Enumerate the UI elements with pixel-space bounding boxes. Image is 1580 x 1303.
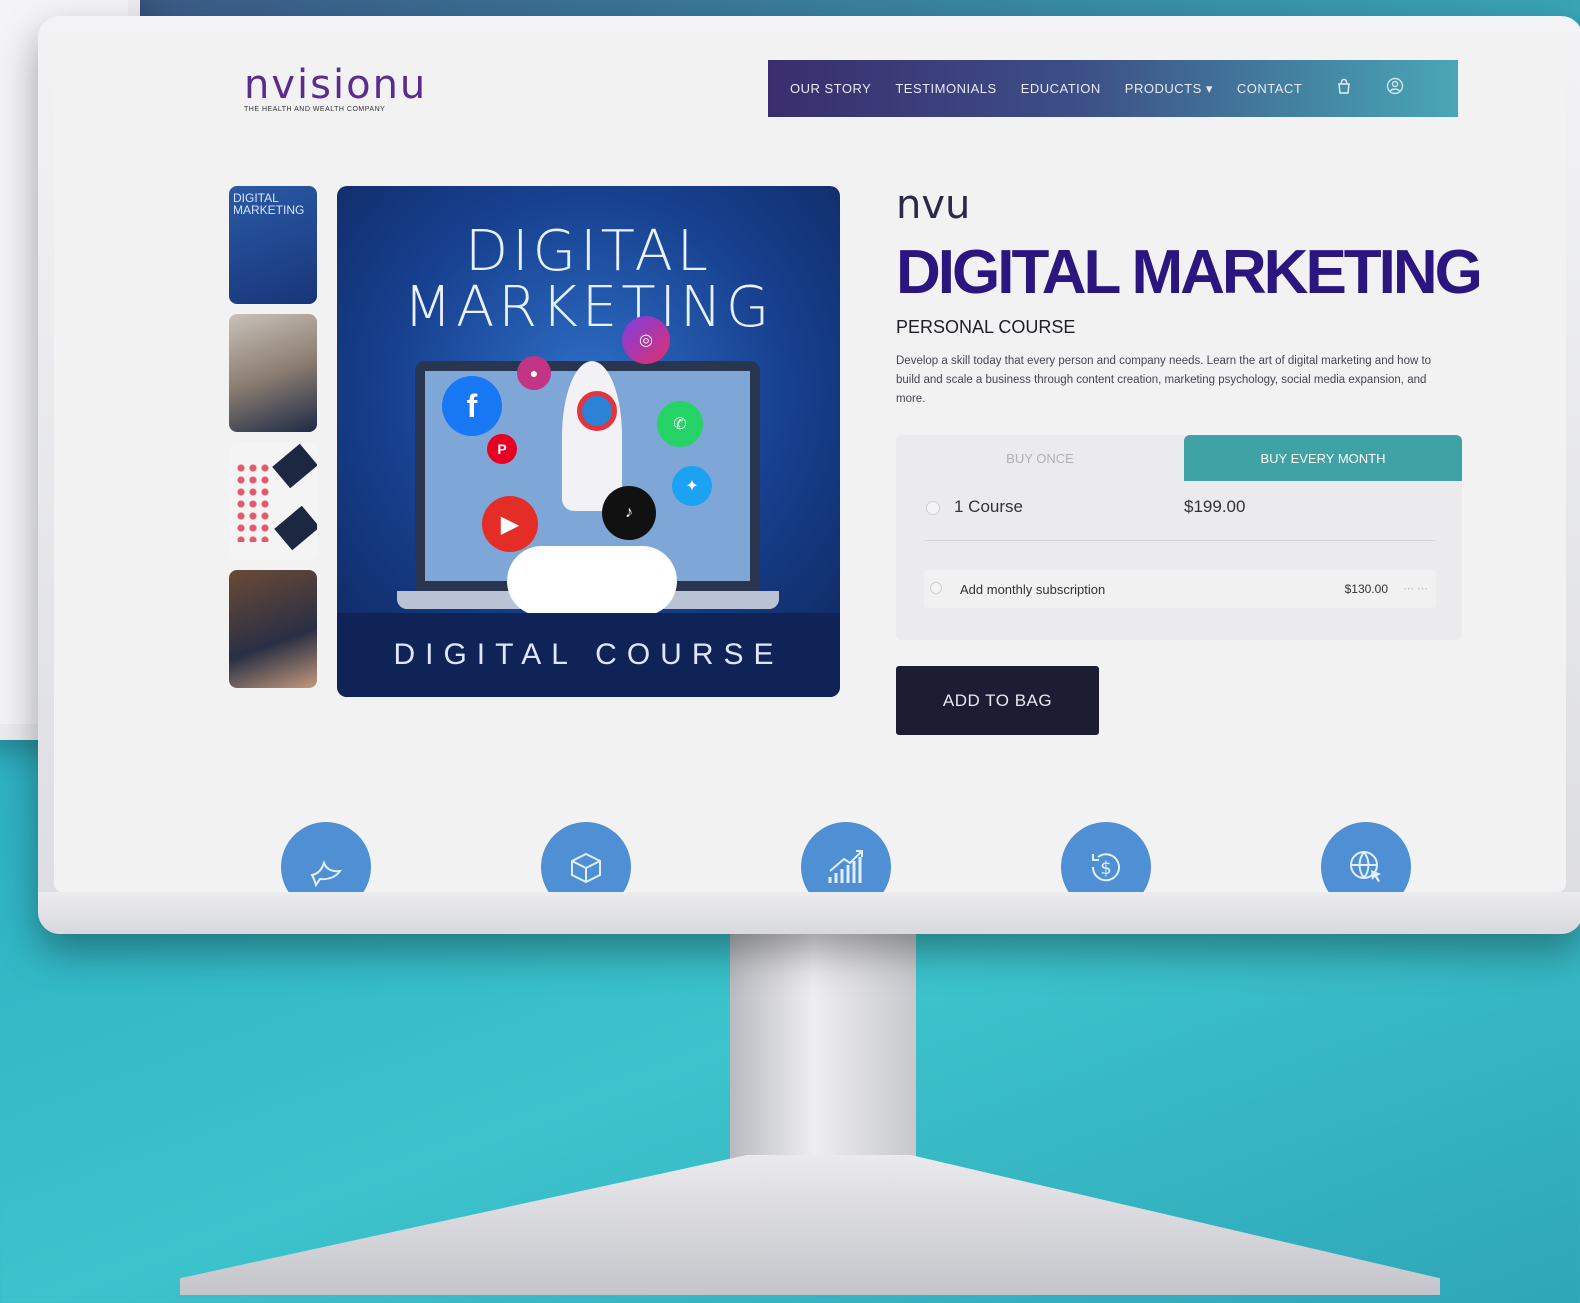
whatsapp-icon: ✆ bbox=[657, 401, 703, 447]
thumbnail-4[interactable] bbox=[229, 570, 317, 688]
subscription-price: $130.00 bbox=[1344, 582, 1388, 596]
subscription-label: Add monthly subscription bbox=[960, 582, 1106, 597]
option-one-course[interactable]: 1 Course $199.00 bbox=[924, 497, 1436, 541]
pinterest-icon: P bbox=[487, 434, 517, 464]
add-to-bag-button[interactable]: ADD TO BAG bbox=[896, 666, 1099, 735]
refund-icon: $ bbox=[1061, 822, 1151, 892]
growth-chart-icon bbox=[801, 822, 891, 892]
product-description: Develop a skill today that every person … bbox=[896, 355, 1432, 405]
thumbnail-2[interactable] bbox=[229, 314, 317, 432]
nav-products[interactable]: PRODUCTS ▾ bbox=[1125, 81, 1213, 97]
tab-buy-every-month[interactable]: BUY EVERY MONTH bbox=[1184, 435, 1462, 481]
web-page: nvisionu THE HEALTH AND WEALTH COMPANY O… bbox=[54, 32, 1566, 892]
monitor-stand-base bbox=[180, 1155, 1440, 1295]
facebook-icon: f bbox=[442, 376, 502, 436]
monitor: nvisionu THE HEALTH AND WEALTH COMPANY O… bbox=[38, 16, 1580, 934]
option-label: 1 Course bbox=[954, 497, 1023, 516]
tab-buy-once[interactable]: BUY ONCE bbox=[896, 435, 1184, 481]
nav-testimonials[interactable]: TESTIMONIALS bbox=[895, 81, 996, 96]
nav-education[interactable]: EDUCATION bbox=[1021, 81, 1101, 96]
option-price: $199.00 bbox=[1184, 497, 1246, 516]
main-nav: OUR STORY TESTIMONIALS EDUCATION PRODUCT… bbox=[768, 60, 1458, 117]
tiktok-icon: ♪ bbox=[602, 486, 656, 540]
product-brand-logo: nvu bbox=[896, 182, 971, 228]
cloud-illustration bbox=[507, 546, 677, 616]
option-monthly-subscription[interactable]: Add monthly subscription $130.00 ⋯ ⋯ bbox=[924, 570, 1436, 608]
thumbnail-1[interactable]: DIGITAL MARKETING bbox=[229, 186, 317, 304]
youtube-icon: ▶ bbox=[482, 496, 538, 552]
nav-contact[interactable]: CONTACT bbox=[1237, 81, 1302, 96]
option-radio[interactable] bbox=[926, 501, 940, 515]
purchase-options: BUY ONCE BUY EVERY MONTH 1 Course $199.0… bbox=[896, 435, 1462, 640]
hero-title: DIGITAL MARKETING bbox=[403, 219, 774, 340]
product-hero-image: DIGITAL MARKETING f ◎ ✆ ✦ ♪ ▶ P ● DIGITA… bbox=[337, 186, 840, 697]
box-icon bbox=[541, 822, 631, 892]
monitor-chin bbox=[38, 892, 1580, 934]
rocket-icon bbox=[562, 361, 622, 511]
monitor-stand-neck bbox=[730, 930, 916, 1165]
thumbnail-3[interactable] bbox=[229, 442, 317, 560]
twitter-icon: ✦ bbox=[672, 466, 712, 506]
product-title: DIGITAL MARKETING bbox=[896, 238, 1483, 307]
thumbnail-text: DIGITAL MARKETING bbox=[233, 191, 305, 217]
product-subtitle: PERSONAL COURSE bbox=[896, 317, 1076, 337]
quantity-stepper[interactable]: ⋯ ⋯ bbox=[1403, 582, 1428, 595]
dove-icon bbox=[281, 822, 371, 892]
instagram-icon: ◎ bbox=[622, 316, 670, 364]
nav-our-story[interactable]: OUR STORY bbox=[790, 81, 871, 96]
subscription-checkbox[interactable] bbox=[930, 582, 942, 594]
logo-wordmark: nvisionu bbox=[244, 62, 428, 108]
bag-icon[interactable] bbox=[1336, 78, 1352, 99]
messenger-icon: ● bbox=[517, 356, 551, 390]
gallery-thumbnails: DIGITAL MARKETING bbox=[229, 186, 321, 698]
site-logo[interactable]: nvisionu THE HEALTH AND WEALTH COMPANY bbox=[244, 62, 444, 132]
globe-cursor-icon bbox=[1321, 822, 1411, 892]
svg-text:$: $ bbox=[1100, 858, 1111, 879]
hero-footer-text: DIGITAL COURSE bbox=[337, 613, 840, 697]
user-icon[interactable] bbox=[1386, 77, 1404, 100]
